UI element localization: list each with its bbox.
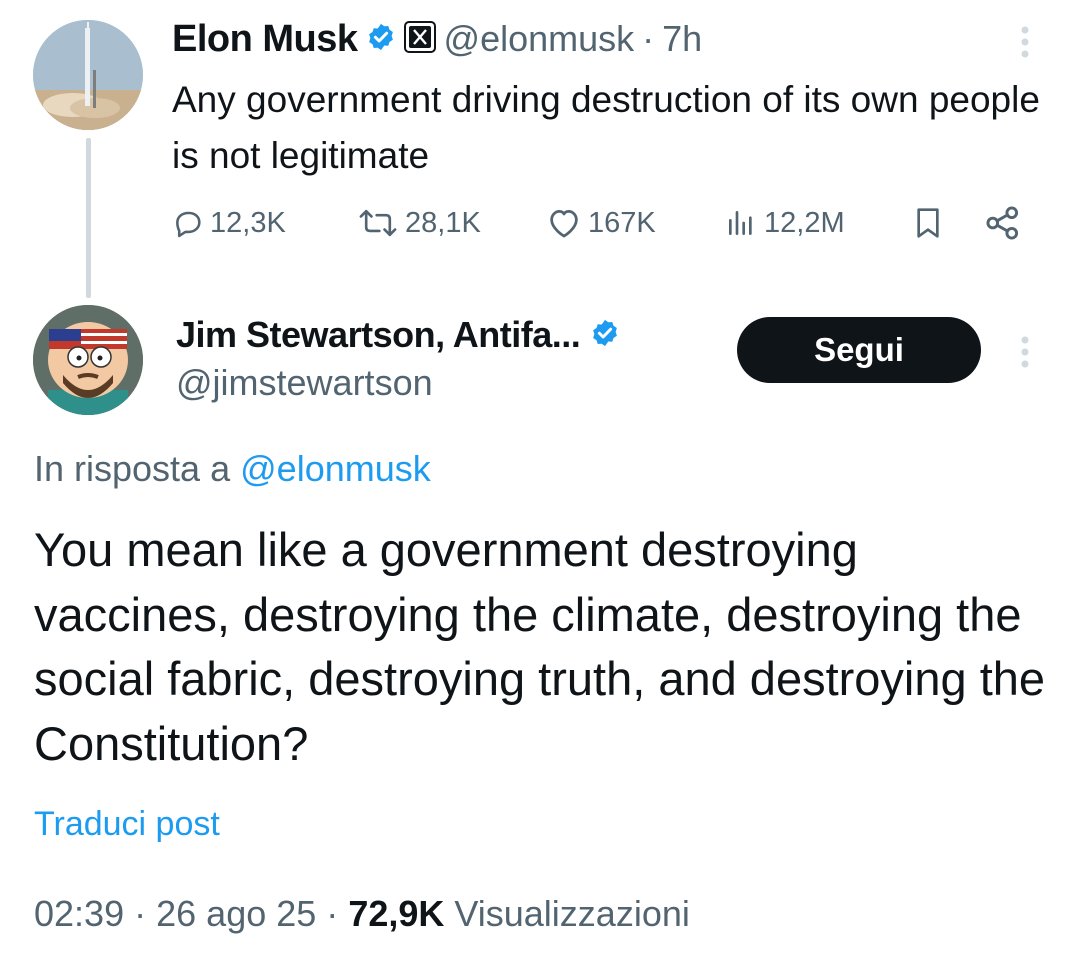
bookmark-button[interactable] [912,198,944,248]
dot-separator: · [134,893,147,934]
like-count: 167K [588,206,656,239]
repost-button[interactable]: 28,1K [357,198,481,248]
views-count: 12,2M [764,206,845,239]
cartoon-avatar-image [33,305,143,415]
author-handle[interactable]: @elonmusk [444,18,635,60]
post-meta: 02:39 · 26 ago 25 · 72,9K Visualizzazion… [34,893,690,935]
reply-context: In risposta a @elonmusk [34,448,431,490]
author-handle[interactable]: @jimstewartson [176,362,433,404]
x-affiliate-icon [403,20,436,58]
bookmark-icon [917,208,939,238]
post-time[interactable]: 7h [662,18,702,60]
rocket-launch-image [33,20,143,130]
reply-button[interactable]: 12,3K [172,198,286,248]
reply-post-header: Jim Stewartson, Antifa... [176,312,620,358]
reply-post-text: You mean like a government destroying va… [34,523,1046,770]
dot-separator: · [642,18,655,59]
dot-separator: · [326,893,339,934]
post-time[interactable]: 02:39 [34,893,124,934]
verified-badge-icon [366,22,396,57]
more-vertical-icon[interactable] [1010,22,1040,62]
views-count: 72,9K [348,893,445,934]
views-button[interactable]: 12,2M [724,198,845,248]
follow-button[interactable]: Segui [737,317,981,383]
avatar-jim[interactable] [33,305,143,415]
like-button[interactable]: 167K [546,198,656,248]
reply-to-handle-link[interactable]: @elonmusk [240,448,431,489]
share-button[interactable] [984,198,1022,248]
views-icon [729,211,752,235]
reply-prefix: In risposta a [34,448,231,489]
like-icon [550,209,578,238]
reply-count: 12,3K [210,206,286,239]
author-name[interactable]: Elon Musk [172,18,358,61]
reply-icon [176,211,201,238]
parent-post-header: Elon Musk @elonmusk · 7h [172,16,702,62]
share-icon [986,206,1019,240]
repost-count: 28,1K [405,206,481,239]
thread-connector-line [86,138,91,298]
views-label: Visualizzazioni [454,893,690,934]
parent-post-text: Any government driving destruction of it… [172,79,1040,176]
author-name[interactable]: Jim Stewartson, Antifa... [176,314,581,356]
avatar-elon[interactable] [33,20,143,130]
repost-icon [359,209,397,237]
verified-badge-icon [590,318,620,353]
translate-post-link[interactable]: Traduci post [34,805,220,844]
more-vertical-icon[interactable] [1010,332,1040,372]
post-actions-bar: 12,3K 28,1K 167K 12,2M [172,198,1032,248]
post-date[interactable]: 26 ago 25 [156,893,316,934]
